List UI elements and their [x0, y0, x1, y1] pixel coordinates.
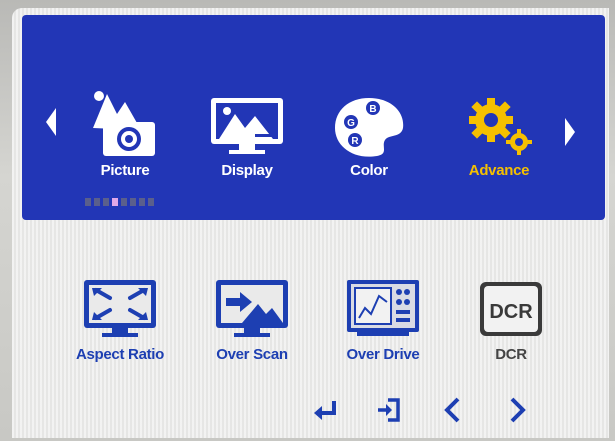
item-dcr-label: DCR	[495, 346, 527, 363]
nav-right-arrow-icon[interactable]	[565, 118, 575, 146]
exit-icon[interactable]	[374, 395, 404, 425]
item-dcr[interactable]: DCR DCR	[446, 280, 576, 363]
page-dot	[94, 198, 100, 206]
item-aspect-ratio-label: Aspect Ratio	[75, 346, 165, 363]
item-over-drive-label: Over Drive	[346, 346, 420, 363]
page-dot	[85, 198, 91, 206]
category-display-label: Display	[221, 162, 273, 179]
dcr-icon-text: DCR	[489, 301, 533, 323]
item-over-scan-label: Over Scan	[216, 346, 288, 363]
dcr-icon: DCR	[480, 282, 542, 336]
svg-text:G: G	[347, 118, 355, 129]
page-dot	[148, 198, 154, 206]
page-dot	[121, 198, 127, 206]
category-color-label: Color	[350, 162, 388, 179]
category-display[interactable]: Display	[192, 96, 302, 179]
display-icon	[211, 98, 283, 154]
page-dot	[103, 198, 109, 206]
category-picture[interactable]: Picture	[70, 88, 180, 179]
svg-text:B: B	[369, 104, 376, 115]
aspect-ratio-icon	[84, 280, 156, 337]
over-scan-icon	[216, 280, 288, 337]
color-palette-icon: B G R	[335, 98, 404, 157]
right-arrow-icon[interactable]	[502, 395, 532, 425]
category-advance-label: Advance	[468, 162, 530, 179]
control-bar	[310, 395, 532, 425]
category-advance[interactable]: Advance	[444, 94, 554, 179]
category-color[interactable]: B G R Color	[314, 96, 424, 179]
item-over-scan[interactable]: Over Scan	[187, 278, 317, 363]
svg-text:R: R	[351, 136, 359, 147]
page-dot	[130, 198, 136, 206]
item-aspect-ratio[interactable]: Aspect Ratio	[55, 278, 185, 363]
enter-icon[interactable]	[310, 395, 340, 425]
nav-left-arrow-icon[interactable]	[46, 108, 56, 136]
item-over-drive[interactable]: Over Drive	[318, 278, 448, 363]
category-picture-label: Picture	[100, 162, 150, 179]
page-dot	[139, 198, 145, 206]
over-drive-icon	[347, 280, 419, 336]
page-dot-active	[112, 198, 118, 206]
left-arrow-icon[interactable]	[438, 395, 468, 425]
gears-icon	[469, 98, 532, 155]
page-indicator	[85, 198, 154, 206]
picture-icon	[93, 91, 155, 156]
